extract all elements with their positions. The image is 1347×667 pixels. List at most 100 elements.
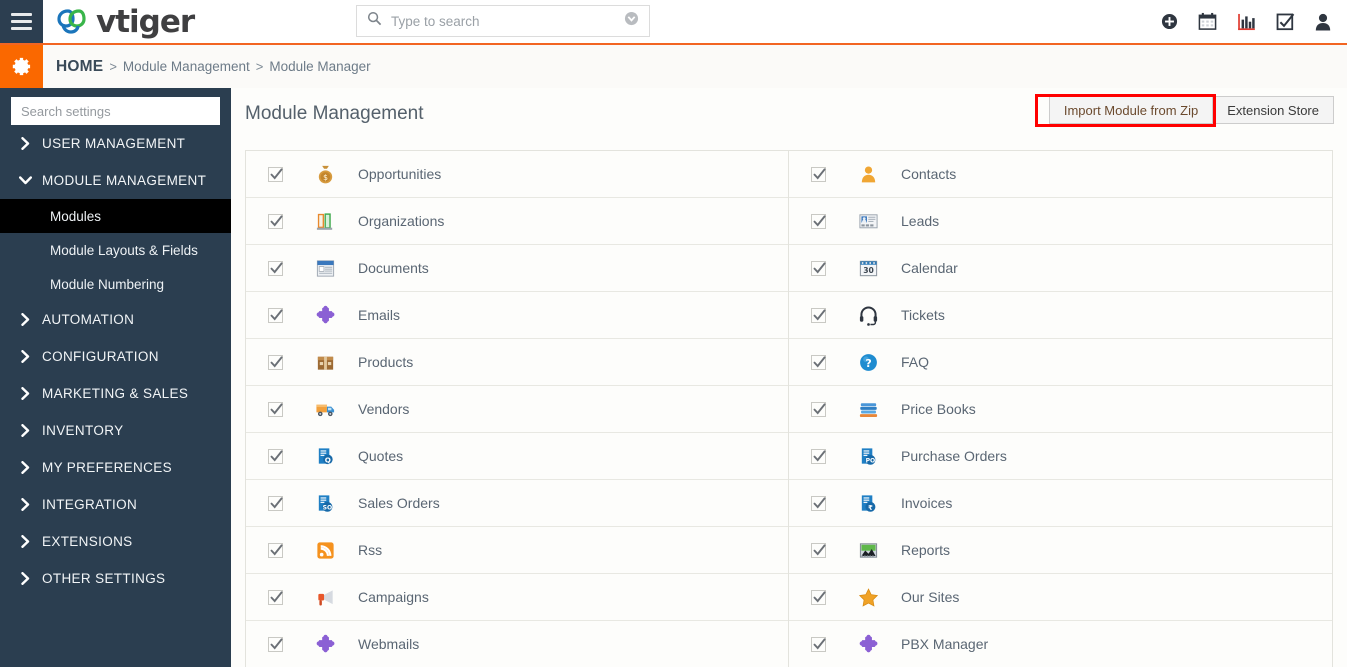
module-enabled-checkbox[interactable] bbox=[811, 260, 826, 276]
chevron-right-icon bbox=[18, 313, 32, 326]
bar-chart-icon[interactable] bbox=[1237, 13, 1256, 31]
breadcrumb-item-module-manager: Module Manager bbox=[269, 59, 371, 74]
module-name-label[interactable]: Leads bbox=[901, 213, 939, 229]
calendar-30-icon bbox=[857, 257, 879, 279]
module-name-label[interactable]: Campaigns bbox=[358, 589, 429, 605]
import-module-from-zip-button[interactable]: Import Module from Zip bbox=[1048, 96, 1214, 124]
global-search-box[interactable] bbox=[356, 5, 650, 37]
module-enabled-checkbox[interactable] bbox=[268, 166, 283, 182]
module-row[interactable]: FAQ bbox=[789, 339, 1332, 386]
sidebar-group-my-preferences[interactable]: MY PREFERENCES bbox=[0, 449, 231, 486]
calendar-icon[interactable] bbox=[1198, 12, 1217, 31]
module-row[interactable]: Contacts bbox=[789, 151, 1332, 198]
module-row[interactable]: Webmails bbox=[246, 621, 788, 667]
checkbox-task-icon[interactable] bbox=[1276, 12, 1295, 31]
sidebar-item-module-numbering[interactable]: Module Numbering bbox=[0, 267, 231, 301]
sidebar-item-module-layouts-and-fields[interactable]: Module Layouts & Fields bbox=[0, 233, 231, 267]
module-row[interactable]: Campaigns bbox=[246, 574, 788, 621]
module-enabled-checkbox[interactable] bbox=[811, 401, 826, 417]
module-enabled-checkbox[interactable] bbox=[811, 213, 826, 229]
hamburger-menu-icon[interactable] bbox=[0, 0, 43, 43]
extension-store-button[interactable]: Extension Store bbox=[1213, 96, 1334, 124]
module-name-label[interactable]: Documents bbox=[358, 260, 429, 276]
settings-search-input[interactable] bbox=[11, 97, 220, 125]
module-row[interactable]: Invoices bbox=[789, 480, 1332, 527]
module-enabled-checkbox[interactable] bbox=[811, 636, 826, 652]
module-enabled-checkbox[interactable] bbox=[811, 354, 826, 370]
module-row[interactable]: Calendar bbox=[789, 245, 1332, 292]
module-enabled-checkbox[interactable] bbox=[268, 636, 283, 652]
module-name-label[interactable]: Webmails bbox=[358, 636, 419, 652]
module-enabled-checkbox[interactable] bbox=[268, 213, 283, 229]
module-name-label[interactable]: Our Sites bbox=[901, 589, 959, 605]
sidebar-group-marketing-and-sales[interactable]: MARKETING & SALES bbox=[0, 375, 231, 412]
module-name-label[interactable]: Vendors bbox=[358, 401, 409, 417]
module-name-label[interactable]: Price Books bbox=[901, 401, 976, 417]
module-name-label[interactable]: Contacts bbox=[901, 166, 956, 182]
breadcrumb-item-module-management[interactable]: Module Management bbox=[123, 59, 250, 74]
module-enabled-checkbox[interactable] bbox=[268, 448, 283, 464]
module-name-label[interactable]: Invoices bbox=[901, 495, 952, 511]
module-row[interactable]: Rss bbox=[246, 527, 788, 574]
module-enabled-checkbox[interactable] bbox=[268, 307, 283, 323]
module-enabled-checkbox[interactable] bbox=[268, 589, 283, 605]
search-icon bbox=[367, 11, 382, 31]
module-row[interactable]: Products bbox=[246, 339, 788, 386]
module-enabled-checkbox[interactable] bbox=[268, 260, 283, 276]
module-enabled-checkbox[interactable] bbox=[811, 542, 826, 558]
sidebar-group-extensions[interactable]: EXTENSIONS bbox=[0, 523, 231, 560]
module-name-label[interactable]: Products bbox=[358, 354, 413, 370]
module-row[interactable]: Tickets bbox=[789, 292, 1332, 339]
breadcrumb-home[interactable]: HOME bbox=[56, 58, 103, 76]
module-enabled-checkbox[interactable] bbox=[811, 448, 826, 464]
sidebar-group-configuration[interactable]: CONFIGURATION bbox=[0, 338, 231, 375]
module-enabled-checkbox[interactable] bbox=[811, 307, 826, 323]
module-name-label[interactable]: Calendar bbox=[901, 260, 958, 276]
user-profile-icon[interactable] bbox=[1315, 13, 1331, 31]
module-name-label[interactable]: Organizations bbox=[358, 213, 444, 229]
module-enabled-checkbox[interactable] bbox=[811, 495, 826, 511]
module-row[interactable]: Sales Orders bbox=[246, 480, 788, 527]
sidebar-group-automation[interactable]: AUTOMATION bbox=[0, 301, 231, 338]
sidebar-group-module-management[interactable]: MODULE MANAGEMENT bbox=[0, 162, 231, 199]
module-enabled-checkbox[interactable] bbox=[268, 354, 283, 370]
sidebar-group-integration[interactable]: INTEGRATION bbox=[0, 486, 231, 523]
module-row[interactable]: Reports bbox=[789, 527, 1332, 574]
module-name-label[interactable]: Sales Orders bbox=[358, 495, 440, 511]
module-enabled-checkbox[interactable] bbox=[811, 589, 826, 605]
sidebar-group-user-management[interactable]: USER MANAGEMENT bbox=[0, 125, 231, 162]
module-name-label[interactable]: Rss bbox=[358, 542, 382, 558]
module-name-label[interactable]: Opportunities bbox=[358, 166, 441, 182]
search-input[interactable] bbox=[389, 12, 624, 30]
vtiger-logo[interactable]: vtiger bbox=[57, 0, 195, 43]
sidebar-group-other-settings[interactable]: OTHER SETTINGS bbox=[0, 560, 231, 597]
module-enabled-checkbox[interactable] bbox=[268, 542, 283, 558]
module-name-label[interactable]: Emails bbox=[358, 307, 400, 323]
module-row[interactable]: Leads bbox=[789, 198, 1332, 245]
add-circle-icon[interactable] bbox=[1161, 13, 1178, 30]
module-name-label[interactable]: Quotes bbox=[358, 448, 403, 464]
module-enabled-checkbox[interactable] bbox=[268, 401, 283, 417]
module-name-label[interactable]: Tickets bbox=[901, 307, 945, 323]
module-name-label[interactable]: Reports bbox=[901, 542, 950, 558]
module-row[interactable]: Emails bbox=[246, 292, 788, 339]
module-name-label[interactable]: FAQ bbox=[901, 354, 929, 370]
sidebar-item-modules[interactable]: Modules bbox=[0, 199, 231, 233]
chevron-down-circle-icon[interactable] bbox=[624, 11, 639, 31]
module-enabled-checkbox[interactable] bbox=[268, 495, 283, 511]
settings-gear-icon[interactable] bbox=[0, 45, 43, 88]
module-row[interactable]: Purchase Orders bbox=[789, 433, 1332, 480]
module-row[interactable]: Our Sites bbox=[789, 574, 1332, 621]
module-row[interactable]: Documents bbox=[246, 245, 788, 292]
sidebar-group-inventory[interactable]: INVENTORY bbox=[0, 412, 231, 449]
module-enabled-checkbox[interactable] bbox=[811, 166, 826, 182]
module-row[interactable]: PBX Manager bbox=[789, 621, 1332, 667]
module-name-label[interactable]: Purchase Orders bbox=[901, 448, 1007, 464]
module-row[interactable]: Organizations bbox=[246, 198, 788, 245]
module-row[interactable]: Quotes bbox=[246, 433, 788, 480]
module-row[interactable]: Vendors bbox=[246, 386, 788, 433]
module-name-label[interactable]: PBX Manager bbox=[901, 636, 988, 652]
module-row[interactable]: Price Books bbox=[789, 386, 1332, 433]
page-title: Module Management bbox=[245, 103, 424, 124]
module-row[interactable]: Opportunities bbox=[246, 151, 788, 198]
